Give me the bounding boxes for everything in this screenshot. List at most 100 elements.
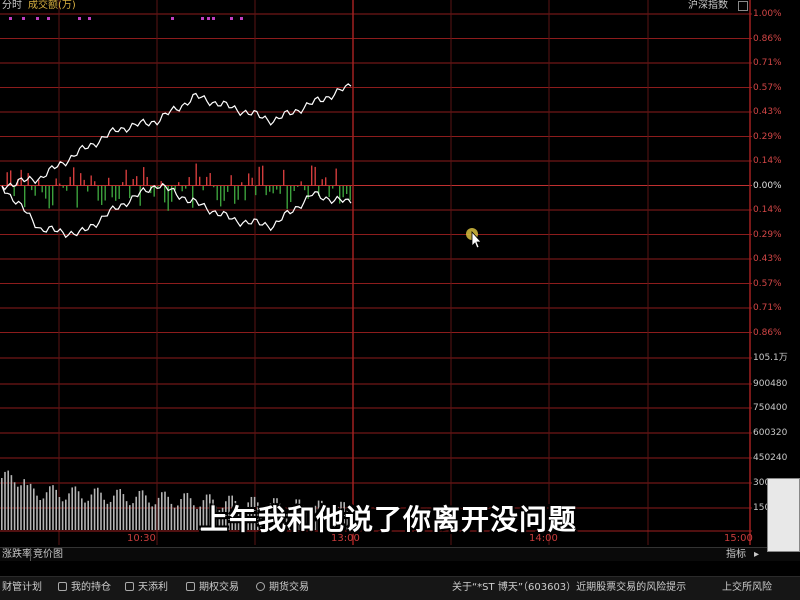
flow-bar-up	[199, 176, 201, 186]
news-ticker[interactable]: 关于“*ST 博天”（603603）近期股票交易的风险提示	[452, 581, 686, 595]
volume-bar	[65, 499, 67, 530]
taskbar-item-holdings[interactable]: 我的持仓	[58, 581, 111, 595]
taskbar-item-futures[interactable]: 期货交易	[256, 581, 309, 595]
volume-bar	[87, 500, 89, 530]
top-marker	[230, 17, 233, 20]
flow-bar-up	[188, 177, 190, 186]
taskbar-item-tiantianli[interactable]: 天添利	[125, 581, 168, 595]
flow-bar-down	[307, 186, 309, 199]
volume-bar	[93, 488, 96, 530]
flow-bar-down	[129, 186, 131, 199]
volume-bar	[45, 492, 48, 530]
volume-bar	[36, 495, 38, 530]
top-marker	[36, 17, 39, 20]
flow-bar-down	[237, 186, 239, 200]
taskbar-item-options[interactable]: 期权交易	[186, 581, 239, 595]
volume-bar	[4, 471, 6, 530]
tab-change-rate[interactable]: 涨跌率	[0, 548, 34, 561]
volume-bar	[55, 489, 57, 530]
flow-bar-up	[195, 163, 197, 186]
volume-label: 750400	[753, 403, 788, 413]
pct-label: 0.86%	[753, 327, 782, 338]
volume-bar	[148, 502, 150, 530]
volume-bar	[157, 497, 160, 530]
volume-bar	[119, 489, 121, 530]
top-marker	[240, 17, 243, 20]
flow-bar-up	[251, 177, 253, 186]
flow-bar-down	[76, 186, 78, 208]
webcam-overlay	[767, 478, 800, 552]
volume-bar	[141, 490, 144, 530]
volume-bar	[170, 503, 173, 530]
flow-bar-up	[178, 182, 180, 186]
flow-bars	[6, 163, 351, 211]
volume-label: 105.1万	[753, 353, 788, 363]
volume-bar	[129, 505, 131, 530]
top-marker	[171, 17, 174, 20]
flow-bar-up	[283, 169, 285, 186]
volume-bar	[161, 492, 163, 530]
flow-bar-down	[272, 186, 274, 194]
flow-bar-up	[59, 183, 61, 186]
flow-bar-down	[276, 186, 278, 190]
flow-bar-down	[279, 186, 281, 194]
volume-bar	[58, 497, 61, 530]
pct-label: 0.43%	[753, 254, 782, 264]
volume-bar	[122, 494, 125, 530]
flow-bar-up	[6, 172, 8, 186]
top-marker	[201, 17, 204, 20]
volume-label: 450240	[753, 453, 788, 463]
volume-bar	[90, 494, 93, 530]
flow-bar-down	[87, 186, 89, 192]
taskbar-item-plan[interactable]: 财管计划	[2, 581, 42, 595]
exchange-risk[interactable]: 上交所风险	[722, 581, 772, 595]
volume-bar	[173, 507, 176, 530]
flow-bar-down	[216, 186, 218, 201]
volume-bar	[77, 491, 80, 530]
top-marker	[9, 17, 12, 20]
flow-bar-up	[143, 167, 145, 186]
flow-bar-up	[209, 173, 211, 186]
pct-label: 0.57%	[753, 278, 782, 289]
tab-auction[interactable]: 竞价图	[30, 548, 65, 561]
pct-label: 0.43%	[753, 107, 782, 117]
top-marker	[22, 17, 25, 20]
volume-label: 600320	[753, 428, 788, 438]
volume-bar	[109, 501, 112, 530]
cursor-icon	[466, 228, 482, 249]
flow-bar-down	[223, 186, 225, 201]
pct-label: 0.86%	[753, 33, 782, 44]
flow-bar-up	[258, 166, 260, 186]
window-icon[interactable]	[738, 1, 748, 11]
tab-arrow-icon[interactable]: ▸	[752, 548, 761, 561]
flow-bar-up	[122, 182, 124, 186]
volume-bar	[71, 487, 73, 530]
volume-bar	[145, 495, 147, 530]
flow-bar-down	[192, 186, 194, 208]
pct-label: 0.29%	[753, 229, 782, 240]
flow-bar-down	[255, 186, 257, 196]
flow-bar-down	[304, 186, 306, 191]
video-subtitle: 上午我和他说了你离开没问题	[200, 503, 578, 536]
flow-bar-down	[62, 186, 64, 188]
volume-bar	[154, 504, 157, 530]
flow-bar-down	[48, 186, 50, 209]
flow-bar-up	[241, 182, 243, 186]
volume-bar	[183, 493, 185, 530]
flow-bar-up	[73, 167, 75, 186]
flow-bar-up	[108, 177, 110, 186]
flow-bar-down	[234, 186, 236, 204]
flow-bar-up	[80, 173, 82, 186]
volume-bar	[151, 506, 153, 530]
flow-bar-down	[118, 186, 120, 199]
flow-bar-down	[328, 186, 330, 198]
flow-bar-up	[262, 165, 264, 186]
bank-icon	[186, 582, 195, 591]
flow-bar-down	[31, 186, 33, 191]
tab-indicator[interactable]: 指标	[724, 548, 748, 561]
volume-bar	[116, 489, 118, 530]
flow-bar-down	[24, 186, 26, 208]
index-name[interactable]: 沪深指数	[688, 0, 728, 12]
coin-icon	[125, 582, 134, 591]
pct-label: 0.14%	[753, 156, 782, 166]
